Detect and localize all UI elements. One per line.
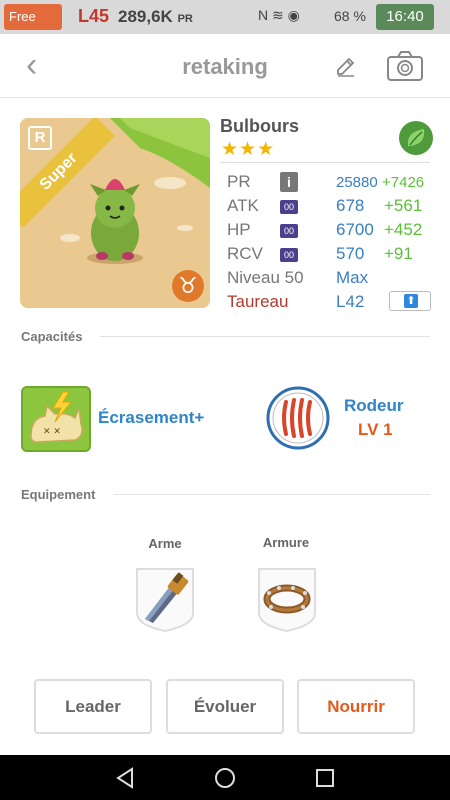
leader-button[interactable]: Leader: [34, 679, 152, 734]
skill-name[interactable]: Écrasement+: [98, 408, 204, 428]
weapon-slot[interactable]: [131, 563, 199, 633]
stat-bonus-hp: +452: [384, 220, 423, 239]
weapon-label: Arme: [148, 536, 182, 551]
stat-value-hp: 6700: [336, 220, 374, 239]
carrier-label: Free: [4, 4, 62, 30]
header: ‹ retaking: [0, 34, 450, 98]
evolve-button[interactable]: Évoluer: [166, 679, 284, 734]
abilities-divider: [100, 336, 430, 337]
stat-bonus-rcv: +91: [384, 244, 413, 263]
hp-plus-chip: 00: [280, 224, 298, 238]
stat-value-rcv: 570: [336, 244, 365, 263]
info-icon[interactable]: i: [280, 172, 298, 192]
page-title: retaking: [182, 54, 268, 79]
stat-label-pr: PR: [227, 172, 251, 191]
abilities-section-title: Capacités: [21, 329, 83, 344]
player-pr: 289,6K PR: [118, 7, 193, 26]
arrow-up-icon: ⬆: [404, 294, 418, 308]
atk-plus-chip: 00: [280, 200, 298, 214]
level-label: Niveau 50: [227, 268, 304, 287]
stat-bonus-atk: +561: [384, 196, 423, 215]
monster-name: Bulbours: [220, 116, 299, 136]
recents-square-icon[interactable]: [312, 765, 338, 791]
equipment-divider: [114, 494, 430, 495]
status-icons: N ≋ ◉: [258, 7, 300, 23]
pencil-icon[interactable]: [334, 54, 358, 78]
star-rating: ★★★: [221, 139, 276, 160]
sign-upgrade-button[interactable]: ⬆: [389, 291, 431, 311]
leaf-icon: [399, 121, 433, 155]
sign-level-value: L42: [336, 292, 365, 311]
name-divider: [220, 162, 430, 163]
stat-value-atk: 678: [336, 196, 365, 215]
player-level: L45: [78, 6, 110, 26]
monster-portrait[interactable]: R Super ♉: [20, 118, 210, 308]
status-bar: Free L45 289,6K PR N ≋ ◉ 68 % 16:40: [0, 0, 450, 34]
back-triangle-icon[interactable]: [112, 765, 138, 791]
battery-level: 68 %: [334, 8, 366, 24]
taurus-icon: ♉: [172, 270, 204, 302]
stat-label-rcv: RCV: [227, 244, 263, 263]
stat-label-atk: ATK: [227, 196, 259, 215]
equipment-section-title: Equipement: [21, 487, 96, 502]
armor-slot[interactable]: [253, 563, 321, 633]
camera-icon[interactable]: [386, 50, 424, 82]
clock: 16:40: [376, 4, 434, 30]
stat-bonus-pr: +7426: [382, 174, 425, 191]
sign-label: Taureau: [227, 292, 289, 311]
level-value: Max: [336, 268, 369, 287]
leader-skill-level: LV 1: [358, 420, 393, 439]
leader-skill-name[interactable]: Rodeur: [344, 396, 404, 416]
stat-label-hp: HP: [227, 220, 251, 239]
rcv-plus-chip: 00: [280, 248, 298, 262]
svg-text:✕ ✕: ✕ ✕: [43, 427, 61, 437]
feed-button[interactable]: Nourrir: [297, 679, 415, 734]
system-nav-bar: [0, 755, 450, 800]
home-circle-icon[interactable]: [212, 765, 238, 791]
claw-icon[interactable]: [266, 386, 330, 450]
armor-label: Armure: [262, 535, 310, 550]
skill-icon[interactable]: ✕ ✕: [21, 386, 91, 452]
stat-value-pr: 25880: [336, 174, 378, 191]
rarity-badge: R: [28, 126, 52, 150]
